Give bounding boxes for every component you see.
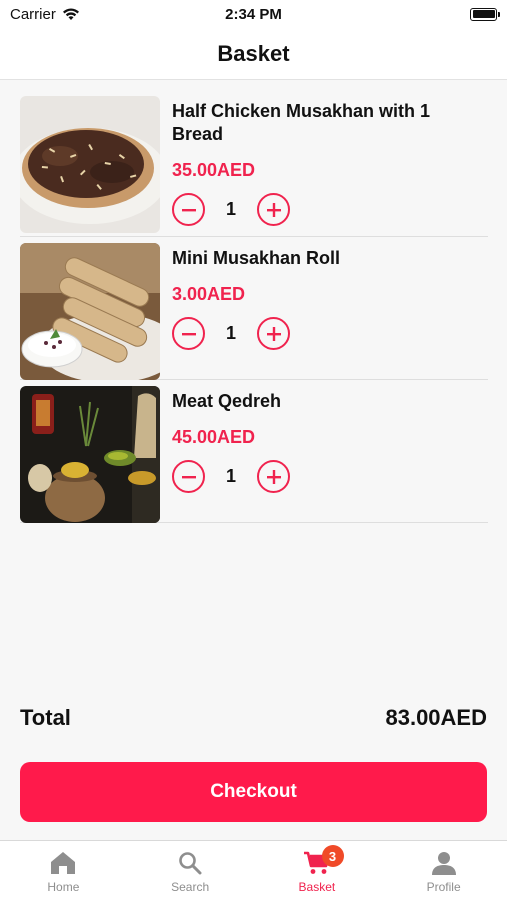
item-price: 35.00AED [172, 160, 256, 180]
quantity-value: 1 [225, 199, 236, 219]
tab-bar: Home Search 3 Basket Profile [0, 840, 507, 900]
checkout-button[interactable]: Checkout [20, 762, 487, 822]
page-title: Basket [217, 40, 290, 66]
increase-quantity-button[interactable] [257, 317, 290, 350]
cart-count-badge: 3 [321, 845, 344, 867]
plus-icon [266, 469, 281, 484]
tab-basket[interactable]: 3 Basket [254, 841, 381, 900]
tab-profile[interactable]: Profile [380, 841, 507, 900]
tab-label: Profile [426, 880, 461, 894]
basket-item: Mini Musakhan Roll 3.00AED 1 [20, 237, 488, 380]
basket-item: Meat Qedreh 45.00AED 1 [20, 380, 488, 523]
item-info: Meat Qedreh 45.00AED 1 [160, 386, 488, 522]
tab-home[interactable]: Home [0, 841, 127, 900]
minus-icon [181, 332, 196, 335]
item-name: Half Chicken Musakhan with 1 Bread [172, 101, 431, 144]
item-image-musakhan-plate [20, 96, 160, 233]
item-info: Mini Musakhan Roll 3.00AED 1 [160, 243, 488, 379]
search-icon [179, 852, 202, 875]
tab-search[interactable]: Search [127, 841, 254, 900]
item-price: 3.00AED [172, 284, 246, 304]
item-image-musakhan-rolls [20, 243, 160, 380]
tab-label: Home [47, 880, 80, 894]
increase-quantity-button[interactable] [257, 193, 290, 226]
minus-icon [181, 475, 196, 478]
decrease-quantity-button[interactable] [172, 460, 205, 493]
item-price: 45.00AED [172, 427, 256, 447]
quantity-stepper: 1 [172, 460, 488, 493]
quantity-stepper: 1 [172, 317, 488, 350]
tab-label: Search [171, 880, 210, 894]
home-icon [51, 852, 76, 874]
plus-icon [266, 326, 281, 341]
decrease-quantity-button[interactable] [172, 193, 205, 226]
total-label: Total [20, 705, 71, 730]
wifi-icon [62, 8, 79, 20]
basket-item: Half Chicken Musakhan with 1 Bread 35.00… [20, 94, 488, 237]
decrease-quantity-button[interactable] [172, 317, 205, 350]
basket-list: Half Chicken Musakhan with 1 Bread 35.00… [20, 94, 488, 523]
nav-header: Basket [0, 28, 507, 80]
tab-label: Basket [298, 880, 336, 894]
item-name: Mini Musakhan Roll [172, 248, 341, 268]
quantity-value: 1 [225, 466, 236, 486]
increase-quantity-button[interactable] [257, 460, 290, 493]
status-left: Carrier [10, 6, 80, 23]
total-row: Total 83.00AED [20, 705, 487, 731]
item-image-qedreh-pot [20, 386, 160, 523]
item-info: Half Chicken Musakhan with 1 Bread 35.00… [160, 96, 488, 236]
item-name: Meat Qedreh [172, 391, 282, 411]
total-value: 83.00AED [385, 705, 487, 730]
status-bar: Carrier 2:34 PM [0, 0, 507, 28]
minus-icon [181, 208, 196, 211]
carrier-label: Carrier [10, 5, 56, 23]
user-icon [431, 852, 456, 875]
battery-icon [470, 7, 500, 21]
quantity-value: 1 [225, 323, 236, 343]
plus-icon [266, 202, 281, 217]
quantity-stepper: 1 [172, 193, 488, 226]
